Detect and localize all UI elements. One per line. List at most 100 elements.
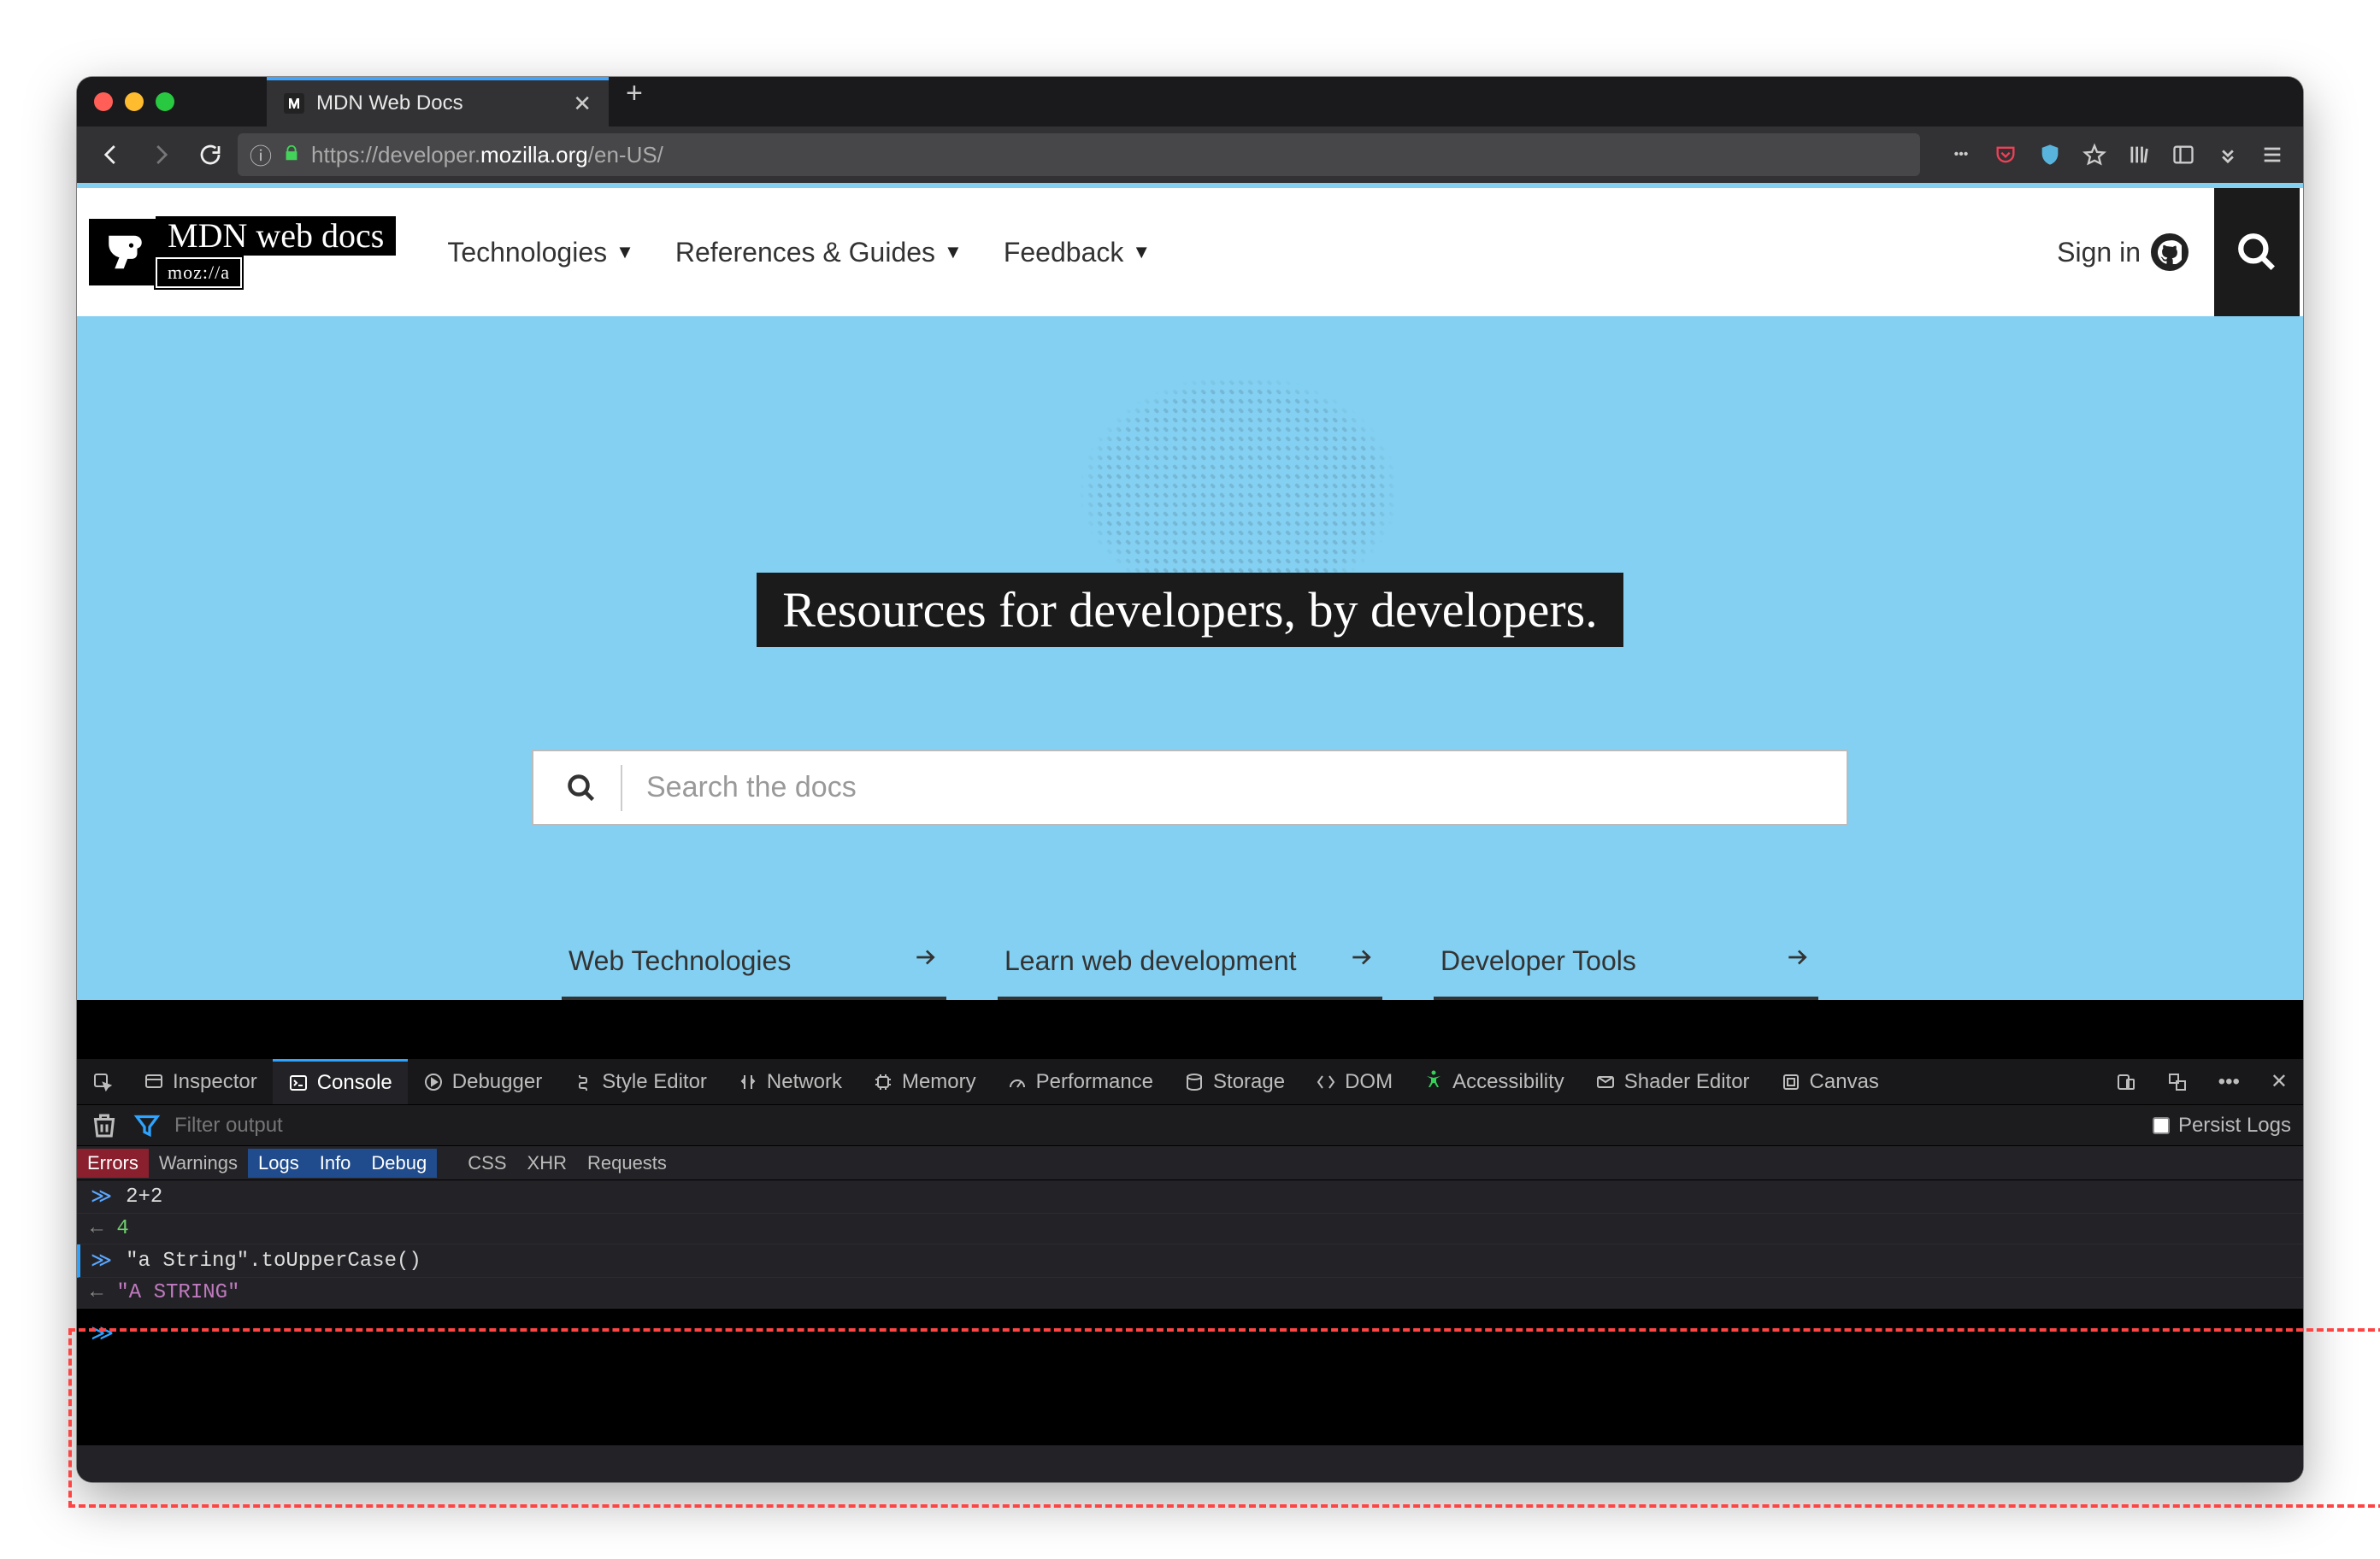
- element-picker-icon[interactable]: [77, 1059, 128, 1104]
- pocket-icon[interactable]: [1987, 136, 2024, 174]
- console-row: ≫ "a String".toUpperCase(): [77, 1244, 2303, 1278]
- shortcut-web-technologies[interactable]: Web Technologies: [562, 928, 946, 1000]
- doc-search-input[interactable]: [646, 771, 1814, 804]
- chevron-down-icon: ▼: [944, 241, 963, 263]
- tracking-protection-icon[interactable]: [2031, 136, 2069, 174]
- page-actions-icon[interactable]: •••: [1942, 136, 1980, 174]
- hero-shortcuts: Web Technologies Learn web development D…: [562, 928, 1818, 1000]
- bookmark-icon[interactable]: [2076, 136, 2113, 174]
- shortcut-label: Learn web development: [1004, 945, 1297, 977]
- devtools-menu-icon[interactable]: •••: [2203, 1059, 2255, 1104]
- shortcut-devtools[interactable]: Developer Tools: [1434, 928, 1818, 1000]
- console-text: 4: [116, 1217, 128, 1240]
- cat-requests[interactable]: Requests: [577, 1149, 677, 1178]
- arrow-right-icon: [1348, 944, 1376, 978]
- console-text: "a String".toUpperCase(): [126, 1250, 421, 1273]
- cat-css[interactable]: CSS: [457, 1149, 516, 1178]
- console-row: ≫ 2+2: [77, 1180, 2303, 1214]
- devtools-close-icon[interactable]: ✕: [2255, 1059, 2303, 1104]
- minimize-window-button[interactable]: [125, 92, 144, 111]
- checkbox-icon: [2153, 1117, 2170, 1134]
- hero: Resources for developers, by developers.…: [77, 316, 2303, 1000]
- cat-warnings[interactable]: Warnings: [149, 1149, 248, 1178]
- sidebars-icon[interactable]: [2165, 136, 2202, 174]
- hero-title: Resources for developers, by developers.: [757, 573, 1623, 647]
- forward-button[interactable]: [138, 132, 183, 177]
- devtools-tab-network[interactable]: Network: [722, 1059, 857, 1104]
- console-text: "A STRING": [116, 1281, 239, 1304]
- responsive-design-icon[interactable]: [2100, 1059, 2152, 1104]
- lock-icon[interactable]: [282, 142, 301, 168]
- library-icon[interactable]: [2120, 136, 2158, 174]
- console-text: 2+2: [126, 1185, 162, 1209]
- devtools-tab-console[interactable]: Console: [273, 1059, 408, 1104]
- main-nav: Technologies▼ References & Guides▼ Feedb…: [447, 237, 1151, 268]
- reload-button[interactable]: [188, 132, 233, 177]
- devtools-panel: Inspector Console Debugger Style Editor …: [77, 1059, 2303, 1482]
- dock-mode-icon[interactable]: [2152, 1059, 2203, 1104]
- input-prompt-icon: ≫: [91, 1248, 112, 1274]
- divider: [621, 765, 622, 811]
- devtools-tab-dom[interactable]: DOM: [1300, 1059, 1408, 1104]
- arrow-right-icon: [912, 944, 940, 978]
- console-row: ← "A STRING": [77, 1278, 2303, 1309]
- tab-bar: MDN Web Docs ✕ +: [77, 77, 2303, 126]
- close-window-button[interactable]: [94, 92, 113, 111]
- accessibility-icon: [1423, 1068, 1444, 1095]
- browser-tab[interactable]: MDN Web Docs ✕: [267, 77, 609, 126]
- clear-console-icon[interactable]: [89, 1110, 120, 1141]
- devtools-tab-canvas[interactable]: Canvas: [1765, 1059, 1894, 1104]
- url-bar[interactable]: ⓘ https://developer.mozilla.org/en-US/: [238, 133, 1920, 176]
- nav-feedback[interactable]: Feedback▼: [1004, 237, 1151, 268]
- arrow-right-icon: [1784, 944, 1812, 978]
- cat-logs[interactable]: Logs: [248, 1149, 309, 1178]
- cat-debug[interactable]: Debug: [361, 1149, 437, 1178]
- devtools-tab-style-editor[interactable]: Style Editor: [557, 1059, 722, 1104]
- shortcut-label: Developer Tools: [1440, 945, 1636, 977]
- mdn-favicon-icon: [284, 93, 304, 114]
- cat-info[interactable]: Info: [309, 1149, 362, 1178]
- console-output: ≫ 2+2 ← 4 ≫ "a String".toUpperCase() ← "…: [77, 1180, 2303, 1482]
- devtools-tab-debugger[interactable]: Debugger: [408, 1059, 557, 1104]
- signin-link[interactable]: Sign in: [2031, 233, 2214, 271]
- devtools-tab-storage[interactable]: Storage: [1169, 1059, 1300, 1104]
- chevron-down-icon: ▼: [616, 241, 634, 263]
- console-filter-input[interactable]: [174, 1114, 2141, 1138]
- back-button[interactable]: [89, 132, 133, 177]
- open-search-button[interactable]: [2214, 188, 2300, 316]
- persist-logs-toggle[interactable]: Persist Logs: [2153, 1114, 2291, 1138]
- toolbar: ⓘ https://developer.mozilla.org/en-US/ •…: [77, 126, 2303, 183]
- input-prompt-icon: ≫: [91, 1184, 112, 1209]
- input-prompt-icon: ≫: [91, 1321, 114, 1347]
- cat-errors[interactable]: Errors: [77, 1149, 149, 1178]
- maximize-window-button[interactable]: [156, 92, 174, 111]
- output-prompt-icon: ←: [91, 1281, 103, 1304]
- url-text: https://developer.mozilla.org/en-US/: [311, 142, 663, 168]
- shortcut-learn[interactable]: Learn web development: [998, 928, 1382, 1000]
- site-header: MDN web docs moz://a Technologies▼ Refer…: [77, 188, 2303, 316]
- logo-title: MDN web docs: [156, 216, 396, 256]
- new-tab-button[interactable]: +: [609, 77, 660, 126]
- overflow-icon[interactable]: [2209, 136, 2247, 174]
- signin-label: Sign in: [2057, 237, 2141, 268]
- cat-xhr[interactable]: XHR: [517, 1149, 577, 1178]
- close-tab-icon[interactable]: ✕: [573, 91, 592, 117]
- mdn-logo[interactable]: MDN web docs moz://a: [80, 216, 413, 288]
- nav-technologies[interactable]: Technologies▼: [447, 237, 634, 268]
- devtools-tab-inspector[interactable]: Inspector: [128, 1059, 273, 1104]
- chevron-down-icon: ▼: [1132, 241, 1151, 263]
- app-menu-icon[interactable]: [2253, 136, 2291, 174]
- devtools-tab-memory[interactable]: Memory: [857, 1059, 992, 1104]
- console-input[interactable]: ≫: [77, 1309, 2303, 1445]
- github-icon: [2151, 233, 2189, 271]
- nav-references[interactable]: References & Guides▼: [675, 237, 963, 268]
- site-info-icon[interactable]: ⓘ: [250, 139, 272, 171]
- filter-icon[interactable]: [132, 1110, 162, 1141]
- devtools-tab-shader[interactable]: Shader Editor: [1580, 1059, 1765, 1104]
- tab-title: MDN Web Docs: [316, 91, 463, 115]
- doc-search[interactable]: [532, 750, 1848, 826]
- devtools-tab-accessibility[interactable]: Accessibility: [1408, 1059, 1580, 1104]
- persist-logs-label: Persist Logs: [2178, 1114, 2291, 1138]
- console-categories: Errors Warnings Logs Info Debug CSS XHR …: [77, 1146, 2303, 1180]
- devtools-tab-performance[interactable]: Performance: [992, 1059, 1169, 1104]
